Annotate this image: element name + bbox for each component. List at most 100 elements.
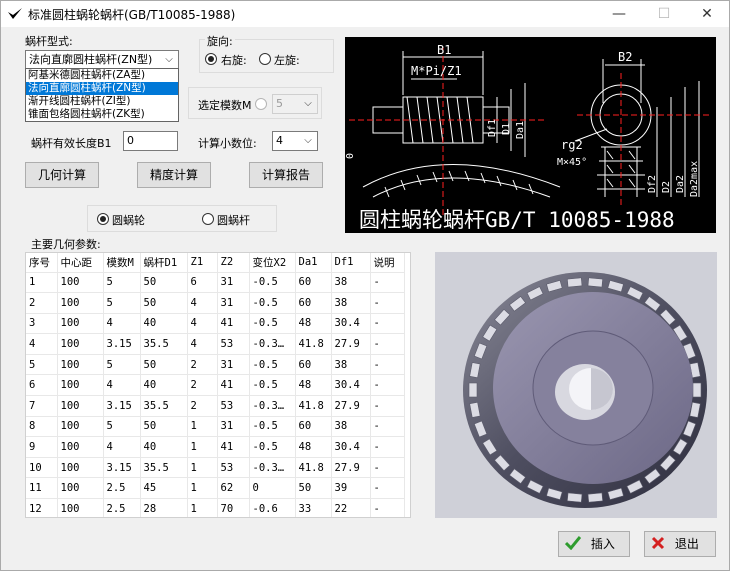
table-cell: 4 xyxy=(187,333,218,355)
dim-b1: B1 xyxy=(437,43,451,57)
minimize-button[interactable]: — xyxy=(597,1,641,27)
worm-radio[interactable] xyxy=(202,213,214,225)
col-z1[interactable]: Z1 xyxy=(187,253,218,272)
table-cell: 60 xyxy=(295,415,332,437)
table-row[interactable]: 10 100 3.15 35.5 1 53 -0.3… 41.8 27.9- xyxy=(26,456,405,478)
worm-type-option[interactable]: 阿基米德圆柱蜗杆(ZA型) xyxy=(26,69,178,82)
gear-tooth xyxy=(468,382,478,398)
worm-wheel-label: 圆蜗轮 xyxy=(112,214,145,227)
table-cell: 100 xyxy=(57,312,104,334)
table-cell: 27.9 xyxy=(331,333,371,355)
table-row[interactable]: 8 100 5 50 1 31 -0.5 60 38- xyxy=(26,415,405,437)
col-notes[interactable]: 说明 xyxy=(370,253,405,272)
table-cell: - xyxy=(370,292,405,314)
worm-type-option[interactable]: 锥面包络圆柱蜗杆(ZK型) xyxy=(26,108,178,121)
table-cell: 5 xyxy=(103,292,141,314)
worm-wheel-radio[interactable] xyxy=(97,213,109,225)
dim-df2: Df2 xyxy=(647,175,658,193)
table-cell: -0.5 xyxy=(249,353,296,375)
worm-label: 圆蜗杆 xyxy=(217,214,250,227)
drawing-caption: 圆柱蜗轮蜗杆GB/T 10085-1988 xyxy=(359,208,675,232)
table-cell: 60 xyxy=(295,271,332,293)
table-cell: 4 xyxy=(103,312,141,334)
col-da1[interactable]: Da1 xyxy=(295,253,332,272)
table-cell: - xyxy=(370,395,405,417)
table-row[interactable]: 1 100 5 50 6 31 -0.5 60 38- xyxy=(26,271,405,293)
table-cell: 53 xyxy=(217,456,250,478)
title-bar: 标准圆柱蜗轮蜗杆(GB/T10085-1988) — ☐ ✕ xyxy=(1,1,729,27)
left-hand-radio[interactable] xyxy=(259,53,271,65)
window-title: 标准圆柱蜗轮蜗杆(GB/T10085-1988) xyxy=(28,8,236,22)
app-check-icon xyxy=(8,8,22,19)
gear-tooth xyxy=(567,277,583,288)
table-cell: 6 xyxy=(187,271,218,293)
dim-d1: D1 xyxy=(501,123,512,135)
worm-type-option[interactable]: 法向直廓圆柱蜗杆(ZN型) xyxy=(26,82,178,95)
length-input[interactable]: 0 xyxy=(123,131,178,151)
table-cell: 45 xyxy=(140,477,188,499)
table-row[interactable]: 3 100 4 40 4 41 -0.5 48 30.4- xyxy=(26,312,405,334)
table-cell: 41.8 xyxy=(295,333,332,355)
worm-type-option[interactable]: 渐开线圆柱蜗杆(ZI型) xyxy=(26,95,178,108)
table-cell: 40 xyxy=(140,436,188,458)
table-row[interactable]: 9 100 4 40 1 41 -0.5 48 30.4- xyxy=(26,436,405,458)
worm-type-label: 蜗杆型式: xyxy=(25,35,73,48)
table-cell: -0.5 xyxy=(249,436,296,458)
module-select[interactable]: 5 ⌵ xyxy=(272,94,318,114)
table-cell: - xyxy=(370,374,405,396)
worm-type-select[interactable]: 法向直廓圆柱蜗杆(ZN型) ⌵ xyxy=(25,50,179,70)
table-cell: 100 xyxy=(57,271,104,293)
col-worm-d1[interactable]: 蜗杆D1 xyxy=(140,253,188,272)
table-cell: 28 xyxy=(140,498,188,517)
geometry-calc-button[interactable]: 几何计算 xyxy=(25,162,99,188)
decimals-select[interactable]: 4 ⌵ xyxy=(272,131,318,151)
app-window: 标准圆柱蜗轮蜗杆(GB/T10085-1988) — ☐ ✕ 蜗杆型式: 法向直… xyxy=(0,0,730,571)
table-cell: - xyxy=(370,333,405,355)
close-button[interactable]: ✕ xyxy=(685,1,729,27)
table-cell: 48 xyxy=(295,436,332,458)
col-df1[interactable]: Df1 xyxy=(331,253,371,272)
table-row[interactable]: 6 100 4 40 2 41 -0.5 48 30.4- xyxy=(26,374,405,396)
table-cell: 3.15 xyxy=(103,333,141,355)
dim-chamfer: M×45° xyxy=(557,157,587,168)
dim-d2: D2 xyxy=(661,181,672,193)
direction-label: 旋向: xyxy=(205,33,235,49)
table-cell: 48 xyxy=(295,312,332,334)
table-cell: 2 xyxy=(187,374,218,396)
table-cell: 100 xyxy=(57,415,104,437)
table-cell: -0.3… xyxy=(249,395,296,417)
table-row[interactable]: 12 100 2.5 28 1 70 -0.6 33 22- xyxy=(26,498,405,517)
table-row[interactable]: 4 100 3.15 35.5 4 53 -0.3… 41.8 27.9- xyxy=(26,333,405,355)
module-radio[interactable] xyxy=(255,98,267,110)
table-cell: 1 xyxy=(187,477,218,499)
precision-calc-button[interactable]: 精度计算 xyxy=(137,162,211,188)
table-cell: 100 xyxy=(57,374,104,396)
right-hand-radio[interactable] xyxy=(205,53,217,65)
col-shift-x2[interactable]: 变位X2 xyxy=(249,253,296,272)
table-cell: 12 xyxy=(26,498,58,517)
table-cell: 2.5 xyxy=(103,477,141,499)
table-cell: 8 xyxy=(26,415,58,437)
insert-button[interactable]: 插入 xyxy=(558,531,630,557)
col-index[interactable]: 序号 xyxy=(26,253,58,272)
gear-tooth xyxy=(587,277,603,288)
table-row[interactable]: 7 100 3.15 35.5 2 53 -0.3… 41.8 27.9- xyxy=(26,395,405,417)
chevron-down-icon: ⌵ xyxy=(304,135,312,146)
col-z2[interactable]: Z2 xyxy=(217,253,250,272)
table-row[interactable]: 11 100 2.5 45 1 62 0 50 39- xyxy=(26,477,405,499)
decimals-value: 4 xyxy=(276,134,283,147)
col-module[interactable]: 模数M xyxy=(103,253,141,272)
maximize-button[interactable]: ☐ xyxy=(642,1,686,27)
table-row[interactable]: 5 100 5 50 2 31 -0.5 60 38- xyxy=(26,353,405,375)
table-cell: 2 xyxy=(26,292,58,314)
module-label: 选定模数M xyxy=(198,99,252,112)
exit-label: 退出 xyxy=(674,537,699,551)
left-hand-label: 左旋: xyxy=(274,54,300,67)
exit-button[interactable]: 退出 xyxy=(644,531,716,557)
report-button[interactable]: 计算报告 xyxy=(249,162,323,188)
col-center-distance[interactable]: 中心距 xyxy=(57,253,104,272)
table-cell: 41 xyxy=(217,374,250,396)
table-row[interactable]: 2 100 5 50 4 31 -0.5 60 38- xyxy=(26,292,405,314)
insert-label: 插入 xyxy=(590,537,615,551)
table-cell: 41.8 xyxy=(295,395,332,417)
